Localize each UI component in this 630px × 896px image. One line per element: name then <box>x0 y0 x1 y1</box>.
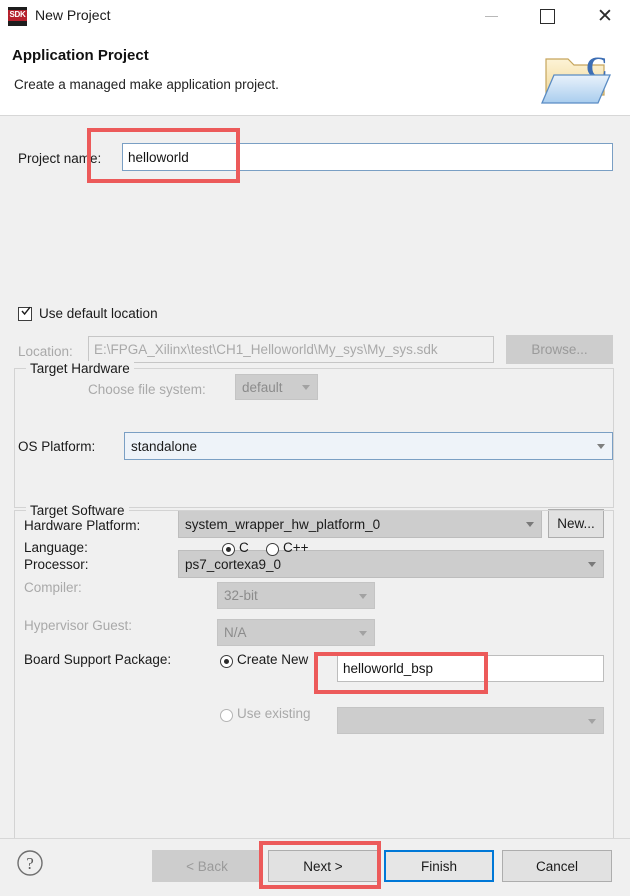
title-bar: SDK New Project ✕ <box>0 0 630 33</box>
bsp-create-new-field[interactable]: helloworld_bsp <box>337 655 604 682</box>
compiler-combo[interactable]: 32-bit <box>217 582 375 609</box>
language-radio-c[interactable] <box>222 543 235 556</box>
maximize-button[interactable] <box>524 0 570 33</box>
c-folder-icon: C <box>541 51 611 104</box>
wizard-content: Project name: helloworld Use default loc… <box>0 116 630 840</box>
hypervisor-guest-value: N/A <box>224 625 247 640</box>
board-support-package-label: Board Support Package: <box>24 652 172 667</box>
next-button[interactable]: Next > <box>268 850 378 882</box>
chevron-down-icon <box>588 718 596 724</box>
close-button[interactable]: ✕ <box>582 0 628 33</box>
project-name-label: Project name: <box>18 151 102 166</box>
compiler-value: 32-bit <box>224 588 258 603</box>
window-title: New Project <box>35 7 111 23</box>
svg-text:?: ? <box>26 854 34 873</box>
browse-button[interactable]: Browse... <box>506 335 613 364</box>
chevron-down-icon <box>359 593 367 599</box>
bsp-create-new-radio[interactable] <box>220 655 233 668</box>
compiler-label: Compiler: <box>24 580 82 595</box>
use-default-location-checkbox[interactable] <box>18 306 32 321</box>
wizard-footer: < Back Next > Finish Cancel <box>0 838 630 896</box>
bsp-use-existing-combo[interactable] <box>337 707 604 734</box>
finish-button[interactable]: Finish <box>384 850 494 882</box>
language-radio-cpp[interactable] <box>266 543 279 556</box>
use-default-location-label[interactable]: Use default location <box>39 306 158 321</box>
question-mark-icon[interactable]: ? <box>16 849 44 877</box>
project-name-field[interactable]: helloworld <box>122 143 613 171</box>
hypervisor-guest-label: Hypervisor Guest: <box>24 618 133 633</box>
minimize-button[interactable] <box>468 0 514 33</box>
bsp-create-new-label[interactable]: Create New <box>237 652 308 667</box>
target-hardware-group-title: Target Hardware <box>26 361 134 376</box>
target-hardware-group <box>14 368 614 508</box>
checkmark-icon <box>21 306 31 316</box>
location-label: Location: <box>18 344 73 359</box>
language-radio-cpp-label[interactable]: C++ <box>283 540 309 555</box>
cancel-button[interactable]: Cancel <box>502 850 612 882</box>
close-icon: ✕ <box>597 6 613 27</box>
hypervisor-guest-combo[interactable]: N/A <box>217 619 375 646</box>
chevron-down-icon <box>359 630 367 636</box>
back-button[interactable]: < Back <box>152 850 262 882</box>
location-field[interactable]: E:\FPGA_Xilinx\test\CH1_Helloworld\My_sy… <box>88 336 494 363</box>
maximize-icon <box>539 9 555 24</box>
sdk-icon-label: SDK <box>9 10 26 19</box>
language-radio-c-label[interactable]: C <box>239 540 249 555</box>
target-software-group-title: Target Software <box>26 503 129 518</box>
wizard-banner: Application Project Create a managed mak… <box>0 33 630 116</box>
page-subtitle: Create a managed make application projec… <box>14 77 279 92</box>
minimize-icon <box>484 16 498 17</box>
bsp-use-existing-radio[interactable] <box>220 709 233 722</box>
language-label: Language: <box>24 540 88 555</box>
bsp-use-existing-label[interactable]: Use existing <box>237 706 311 721</box>
sdk-app-icon: SDK <box>8 7 27 26</box>
page-title: Application Project <box>12 47 149 64</box>
